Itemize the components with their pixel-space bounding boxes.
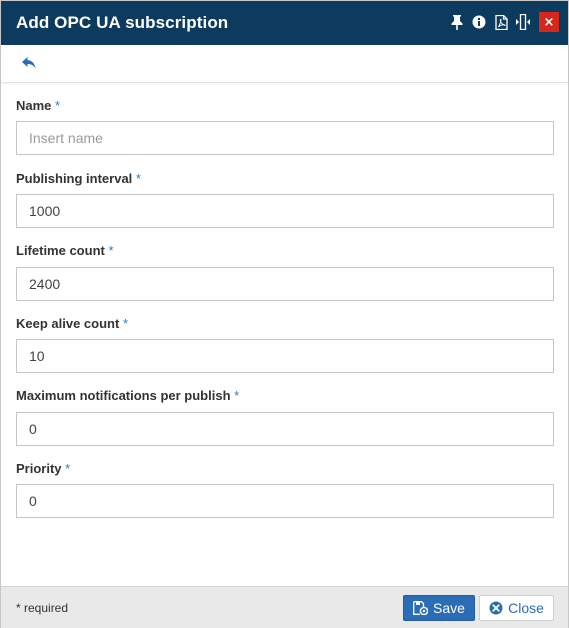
required-star: * [65,461,71,476]
required-star: * [135,171,141,186]
titlebar-actions: × [443,12,559,32]
info-icon[interactable] [471,13,487,31]
dialog-titlebar: Add OPC UA subscription × [1,1,568,45]
dialog-close-x-button[interactable]: × [539,12,559,32]
back-arrow-icon[interactable] [21,56,39,72]
max-notifications-input[interactable] [16,412,554,446]
priority-label-text: Priority [16,461,62,476]
publishing-interval-label: Publishing interval * [16,171,141,186]
keep-alive-count-label-text: Keep alive count [16,316,120,331]
save-button[interactable]: Save [403,595,475,621]
priority-input[interactable] [16,484,554,518]
pin-icon[interactable] [449,13,465,31]
save-icon [413,601,429,615]
name-label-text: Name [16,98,52,113]
close-button-label: Close [508,600,544,616]
dialog-title: Add OPC UA subscription [16,13,229,32]
name-label: Name * [16,98,60,113]
pdf-icon[interactable] [493,13,509,31]
required-star: * [108,243,114,258]
resize-width-icon[interactable] [515,13,531,31]
close-circle-icon [489,601,503,615]
required-star: * [234,388,240,403]
publishing-interval-label-text: Publishing interval [16,171,133,186]
save-button-label: Save [433,600,465,616]
close-button[interactable]: Close [479,595,554,621]
lifetime-count-label: Lifetime count * [16,243,114,258]
priority-label: Priority * [16,461,70,476]
max-notifications-label: Maximum notifications per publish * [16,388,239,403]
lifetime-count-input[interactable] [16,267,554,301]
publishing-interval-input[interactable] [16,194,554,228]
lifetime-count-label-text: Lifetime count [16,243,105,258]
required-star: * [122,316,128,331]
dialog-toolbar [1,45,568,83]
required-note: * required [16,601,69,615]
keep-alive-count-input[interactable] [16,339,554,373]
name-input[interactable] [16,121,554,155]
keep-alive-count-label: Keep alive count * [16,316,128,331]
subscription-dialog: Add OPC UA subscription × Name * Insert … [0,0,569,628]
required-star: * [55,98,61,113]
max-notifications-label-text: Maximum notifications per publish [16,388,231,403]
dialog-footer: * required Save Close [1,586,568,628]
